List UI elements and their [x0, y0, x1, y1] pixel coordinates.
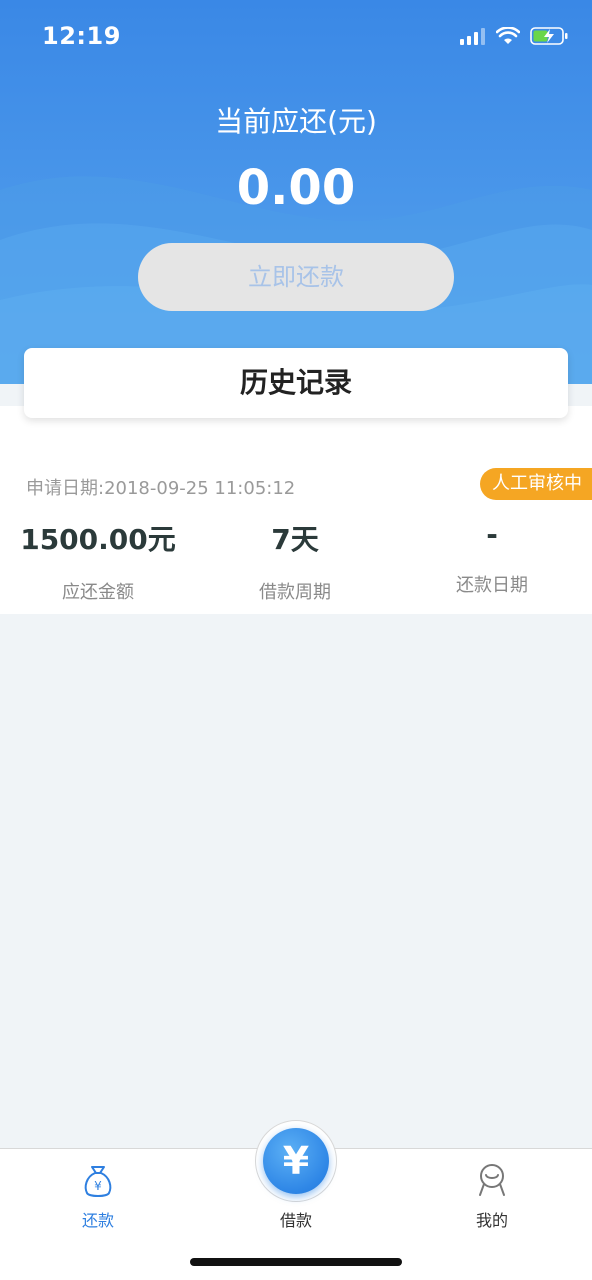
user-icon	[479, 1164, 505, 1196]
money-bag-icon: ¥	[84, 1166, 112, 1197]
status-icons	[460, 26, 568, 46]
repay-now-button[interactable]: 立即还款	[138, 243, 454, 311]
current-due-title: 当前应还(元)	[215, 105, 377, 138]
period-stat: 7天 借款周期	[197, 518, 393, 604]
apply-date: 申请日期:2018-09-25 11:05:12	[26, 478, 296, 499]
nav-label-mine: 我的	[475, 1211, 508, 1230]
svg-text:¥: ¥	[94, 1179, 102, 1193]
home-indicator	[190, 1258, 402, 1266]
repay-date-stat: - 还款日期	[394, 518, 590, 597]
history-record[interactable]: 申请日期:2018-09-25 11:05:12 人工审核中 1500.00元 …	[0, 406, 592, 614]
nav-label-repay: 还款	[81, 1211, 114, 1230]
yen-icon: ¥	[282, 1139, 310, 1183]
borrow-center-button[interactable]: ¥	[263, 1128, 329, 1194]
amount-value: 1500.00元	[20, 523, 176, 556]
period-label: 借款周期	[259, 582, 331, 603]
repay-date-label: 还款日期	[456, 575, 528, 596]
status-bar: 12:19	[0, 0, 592, 70]
battery-icon	[530, 27, 568, 45]
nav-label-borrow: 借款	[279, 1211, 312, 1230]
repay-date-value: -	[486, 518, 498, 551]
current-due-amount: 0.00	[236, 160, 356, 216]
signal-icon	[460, 28, 485, 45]
wifi-icon	[496, 27, 520, 44]
status-time: 12:19	[42, 22, 121, 50]
history-title-card[interactable]: 历史记录	[24, 348, 568, 418]
header-panel: 12:19 当前应还(元) 0.00 立即还款	[0, 0, 592, 384]
amount-stat: 1500.00元 应还金额	[0, 518, 196, 604]
amount-label: 应还金额	[62, 582, 134, 603]
period-value: 7天	[271, 523, 319, 556]
status-badge: 人工审核中	[480, 468, 592, 500]
